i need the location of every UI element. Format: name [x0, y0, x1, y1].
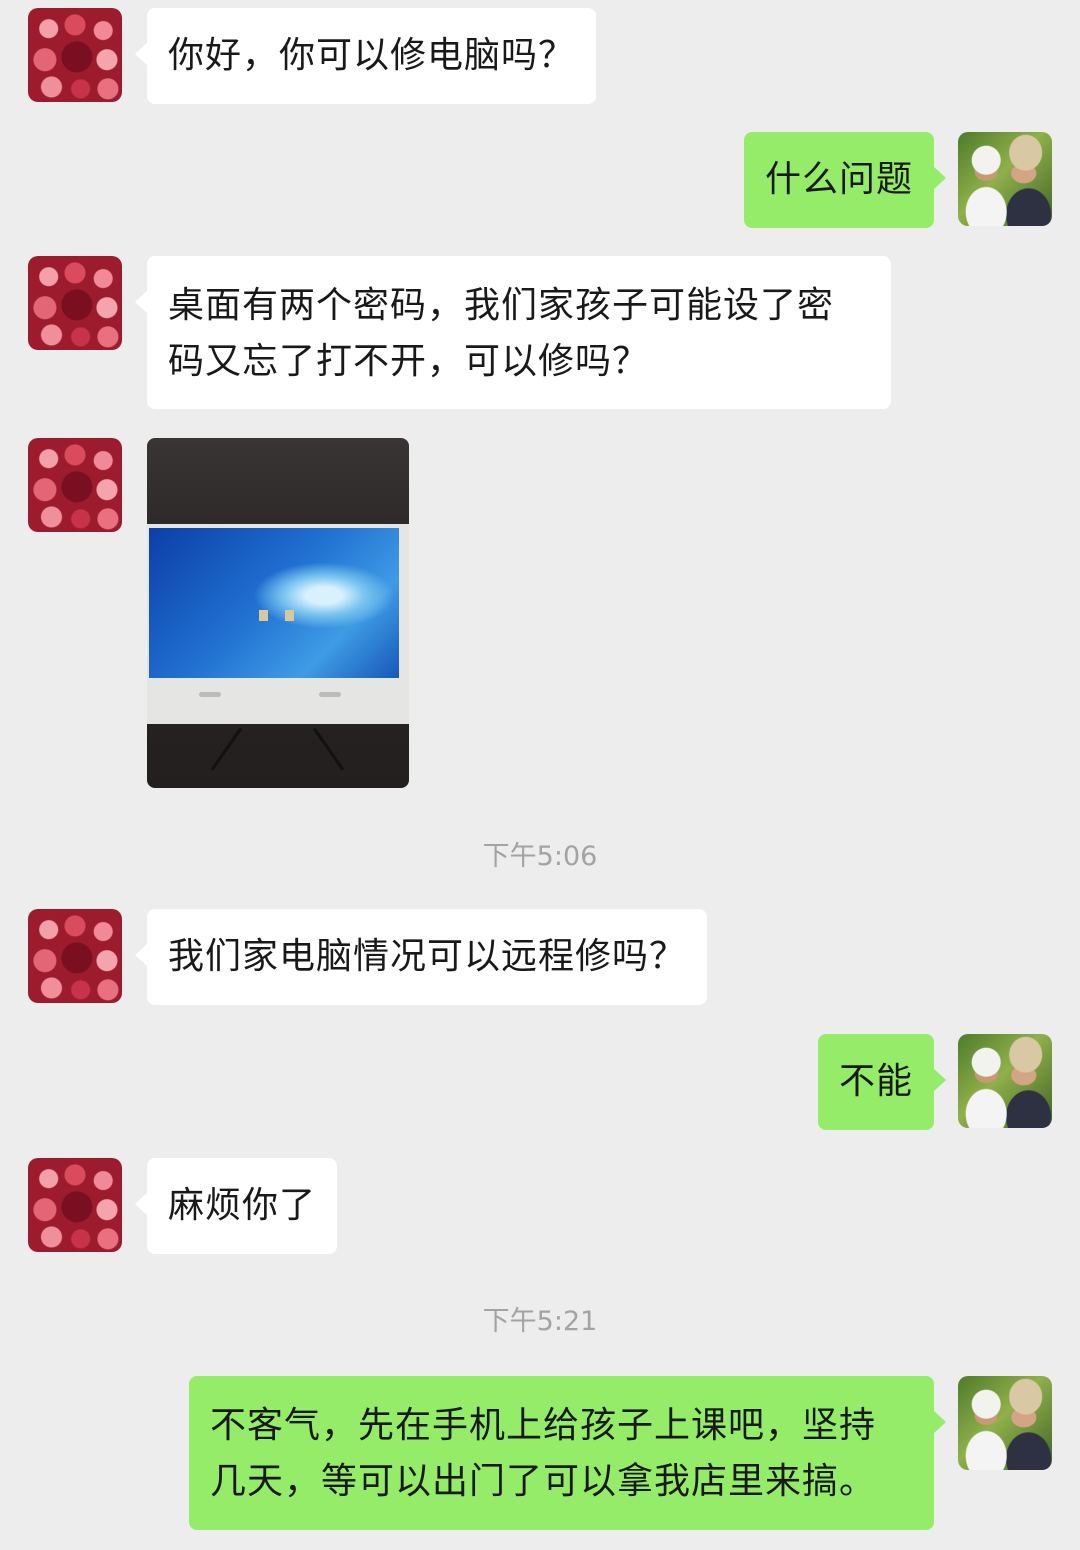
message-bubble-outgoing[interactable]: 不能	[817, 1034, 947, 1130]
message-bubble-incoming[interactable]: 你好，你可以修电脑吗？	[134, 8, 597, 104]
message-text: 不能	[838, 1061, 913, 1102]
message-bubble-incoming[interactable]: 桌面有两个密码，我们家孩子可能设了密 码又忘了打不开，可以修吗？	[135, 256, 891, 409]
timestamp: 下午5:21	[482, 1306, 598, 1337]
monitor-photo	[147, 524, 409, 724]
message-text: 什么问题	[764, 159, 913, 200]
my-avatar[interactable]	[958, 132, 1052, 226]
timestamp: 下午5:06	[482, 841, 598, 872]
message-text-line: 不客气，先在手机上给孩子上课吧，坚持	[210, 1405, 877, 1446]
contact-avatar[interactable]	[28, 438, 122, 532]
message-text: 麻烦你了	[168, 1185, 317, 1226]
speaker-grille	[199, 692, 221, 697]
contact-avatar[interactable]	[28, 8, 122, 102]
image-message[interactable]	[147, 438, 409, 788]
contact-avatar[interactable]	[28, 256, 122, 350]
message-text-line: 几天，等可以出门了可以拿我店里来搞。	[210, 1461, 877, 1502]
desktop-icon	[259, 610, 268, 621]
message-bubble-incoming[interactable]: 我们家电脑情况可以远程修吗？	[134, 909, 708, 1005]
message-text-line: 码又忘了打不开，可以修吗？	[168, 341, 650, 382]
contact-avatar[interactable]	[28, 909, 122, 1003]
message-text-line: 桌面有两个密码，我们家孩子可能设了密	[168, 285, 835, 326]
monitor-stand	[312, 727, 345, 771]
message-bubble-outgoing[interactable]: 不客气，先在手机上给孩子上课吧，坚持 几天，等可以出门了可以拿我店里来搞。	[189, 1376, 946, 1530]
my-avatar[interactable]	[958, 1034, 1052, 1128]
message-text: 你好，你可以修电脑吗？	[168, 35, 576, 76]
speaker-grille	[319, 692, 341, 697]
message-bubble-outgoing[interactable]: 什么问题	[743, 132, 947, 228]
message-text: 我们家电脑情况可以远程修吗？	[168, 936, 687, 977]
desktop-icon	[285, 610, 294, 621]
desktop-screen	[149, 528, 399, 678]
message-bubble-incoming[interactable]: 麻烦你了	[134, 1158, 338, 1254]
contact-avatar[interactable]	[28, 1158, 122, 1252]
my-avatar[interactable]	[958, 1376, 1052, 1470]
monitor-stand	[210, 727, 243, 771]
